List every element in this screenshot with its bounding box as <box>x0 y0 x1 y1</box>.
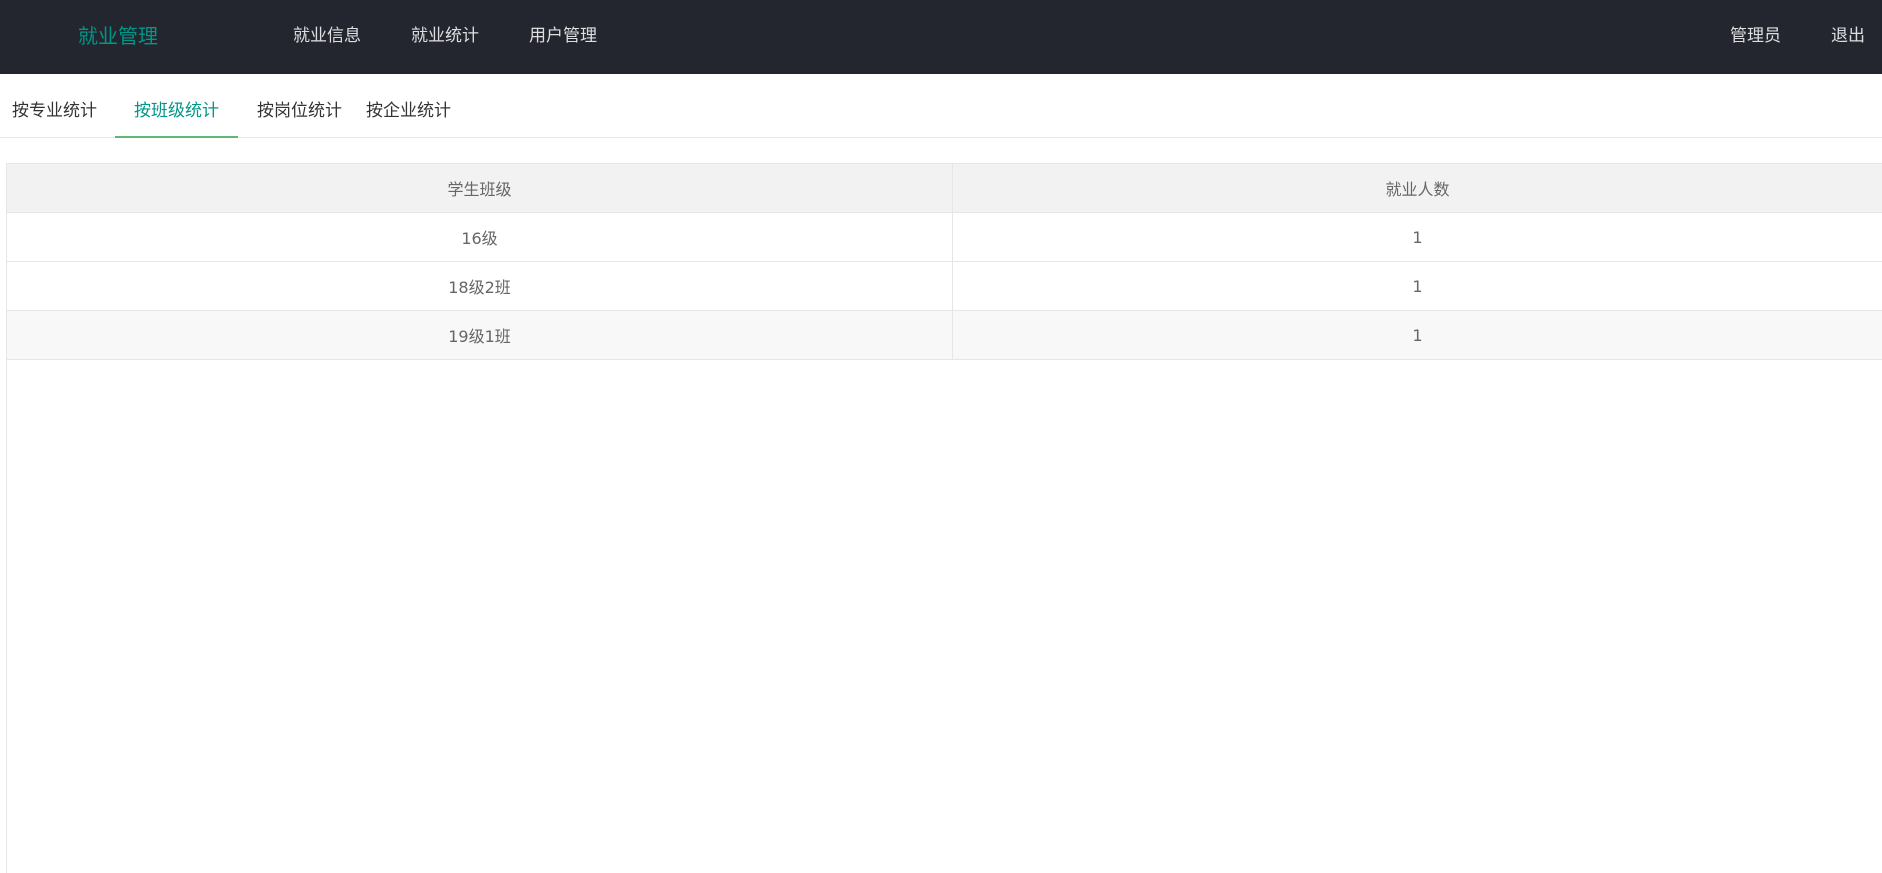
class-statistics-table: 学生班级 就业人数 16级 1 18级2班 1 19级1班 1 <box>7 163 1882 360</box>
tab-by-position[interactable]: 按岗位统计 <box>238 74 354 137</box>
top-navigation-bar: 就业管理 就业信息 就业统计 用户管理 管理员 退出 <box>0 0 1882 74</box>
cell-employed-count: 1 <box>952 310 1882 360</box>
app-logo[interactable]: 就业管理 <box>78 0 158 72</box>
user-nav: 管理员 退出 <box>1705 0 1882 72</box>
main-nav: 就业信息 就业统计 用户管理 <box>268 0 622 72</box>
statistics-tabs: 按专业统计 按班级统计 按岗位统计 按企业统计 <box>0 74 1882 138</box>
nav-employment-statistics[interactable]: 就业统计 <box>386 0 504 72</box>
cell-employed-count: 1 <box>952 261 1882 311</box>
statistics-table-container: 学生班级 就业人数 16级 1 18级2班 1 19级1班 1 <box>6 163 1882 873</box>
tab-by-class[interactable]: 按班级统计 <box>115 74 238 138</box>
tab-by-company[interactable]: 按企业统计 <box>354 74 463 137</box>
table-row[interactable]: 19级1班 1 <box>7 310 1882 360</box>
column-header-class[interactable]: 学生班级 <box>7 163 953 213</box>
user-menu[interactable]: 管理员 <box>1705 0 1806 72</box>
nav-user-management[interactable]: 用户管理 <box>504 0 622 72</box>
column-header-employed-count[interactable]: 就业人数 <box>952 163 1882 213</box>
cell-class: 18级2班 <box>7 261 953 311</box>
table-header-row: 学生班级 就业人数 <box>7 163 1882 213</box>
tab-by-major[interactable]: 按专业统计 <box>0 74 109 137</box>
cell-class: 19级1班 <box>7 310 953 360</box>
logout-link[interactable]: 退出 <box>1806 0 1882 72</box>
cell-class: 16级 <box>7 212 953 262</box>
nav-employment-info[interactable]: 就业信息 <box>268 0 386 72</box>
table-row[interactable]: 16级 1 <box>7 212 1882 262</box>
cell-employed-count: 1 <box>952 212 1882 262</box>
table-row[interactable]: 18级2班 1 <box>7 261 1882 311</box>
